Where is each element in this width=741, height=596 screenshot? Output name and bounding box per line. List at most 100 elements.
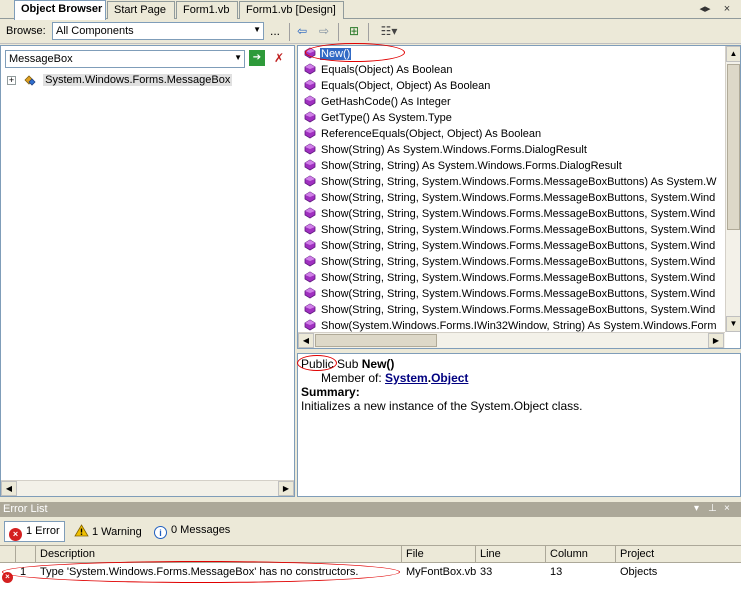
tab-label: Object Browser (21, 3, 103, 15)
browse-scope-value: All Components (56, 25, 134, 37)
scroll-thumb[interactable] (315, 334, 437, 347)
error-icon: × (1, 565, 17, 583)
member-item[interactable]: Show(String, String, System.Windows.Form… (304, 302, 716, 318)
pin-icon[interactable]: ⊥ (708, 503, 717, 514)
scroll-left-icon[interactable]: ◀ (1, 481, 17, 496)
access-modifier: Public (301, 357, 334, 371)
member-item[interactable]: Show(String, String) As System.Windows.F… (304, 158, 623, 174)
toolbar-separator (289, 23, 290, 41)
close-tab-icon[interactable]: × (720, 2, 734, 16)
member-label: Show(String, String, System.Windows.Form… (321, 224, 716, 236)
browse-more-button[interactable]: ... (266, 22, 284, 40)
tab-form1-vb[interactable]: Form1.vb (176, 1, 238, 19)
search-input[interactable]: MessageBox ▼ (5, 50, 245, 68)
member-item[interactable]: GetHashCode() As Integer (304, 94, 452, 110)
toolbar-separator (338, 23, 339, 41)
browse-toolbar: Browse: All Components ▼ ... (0, 20, 741, 44)
tab-scroll-icon[interactable]: ◂▸ (694, 2, 716, 16)
messages-filter-button[interactable]: i 0 Messages (150, 521, 234, 542)
column-header-project[interactable]: Project (616, 546, 741, 563)
scroll-down-icon[interactable]: ▼ (726, 316, 740, 332)
scroll-up-icon[interactable]: ▲ (726, 46, 740, 62)
tab-form1-vb-design[interactable]: Form1.vb [Design] (239, 1, 344, 19)
column-header-icon[interactable] (0, 546, 16, 563)
document-tab-strip: Object Browser Start Page Form1.vb Form1… (0, 0, 741, 20)
tree-node-messagebox[interactable]: + System.Windows.Forms.MessageBox (7, 74, 233, 90)
member-item[interactable]: Show(String, String, System.Windows.Form… (304, 190, 716, 206)
members-horizontal-scrollbar[interactable]: ◀ ▶ (298, 332, 725, 348)
window-menu-icon[interactable]: ▾ (694, 503, 699, 514)
member-label: New() (320, 48, 352, 60)
member-item[interactable]: Equals(Object) As Boolean (304, 62, 453, 78)
member-item[interactable]: Show(String, String, System.Windows.Form… (304, 222, 716, 238)
error-icon: × (9, 528, 22, 541)
chevron-down-icon: ▼ (234, 53, 242, 62)
method-icon (304, 271, 316, 283)
member-item[interactable]: Show(String, String, System.Windows.Form… (304, 270, 716, 286)
member-label: Show(String, String, System.Windows.Form… (321, 240, 716, 252)
member-item[interactable]: New() (304, 46, 352, 62)
member-of-label: Member of: (321, 371, 382, 385)
description-pane: Public Sub New() Member of: System.Objec… (297, 353, 741, 497)
column-header-file[interactable]: File (402, 546, 476, 563)
clear-search-icon[interactable]: ✗ (271, 50, 287, 66)
method-icon (304, 191, 316, 203)
add-reference-icon[interactable]: ⊞ (344, 22, 364, 40)
method-icon (304, 319, 316, 331)
method-icon (304, 303, 316, 315)
error-description: Type 'System.Windows.Forms.MessageBox' h… (40, 566, 359, 578)
expand-icon[interactable]: + (7, 75, 16, 85)
warnings-filter-button[interactable]: 1 Warning (70, 521, 146, 542)
column-header-index[interactable] (16, 546, 36, 563)
column-header-line[interactable]: Line (476, 546, 546, 563)
error-index: 1 (20, 566, 27, 578)
member-item[interactable]: Show(String, String, System.Windows.Form… (304, 206, 716, 222)
error-line: 33 (480, 566, 493, 578)
errors-filter-button[interactable]: × 1 Error (4, 521, 65, 542)
search-go-icon[interactable]: ➔ (249, 50, 265, 66)
scroll-thumb[interactable] (727, 64, 740, 230)
object-browser-window: Object Browser Start Page Form1.vb Form1… (0, 0, 741, 596)
member-item[interactable]: Show(String, String, System.Windows.Form… (304, 254, 716, 270)
member-of-namespace-link[interactable]: System (385, 371, 428, 385)
member-item[interactable]: ReferenceEquals(Object, Object) As Boole… (304, 126, 542, 142)
method-icon (304, 63, 316, 75)
toolbar-separator (368, 23, 369, 41)
error-column: 13 (550, 566, 563, 578)
scroll-right-icon[interactable]: ▶ (708, 333, 724, 348)
back-arrow-icon[interactable]: ⇦ (293, 22, 311, 40)
forward-arrow-icon[interactable]: ⇨ (315, 22, 333, 40)
close-icon[interactable]: × (724, 503, 730, 514)
class-icon (24, 75, 36, 86)
member-item[interactable]: Show(String, String, System.Windows.Form… (304, 238, 716, 254)
browser-settings-icon[interactable]: ☷▾ (373, 22, 405, 40)
info-icon: i (154, 526, 167, 539)
member-item[interactable]: Equals(Object, Object) As Boolean (304, 78, 491, 94)
column-header-description[interactable]: Description (36, 546, 402, 563)
warning-icon (74, 524, 89, 537)
objects-horizontal-scrollbar[interactable]: ◀ ▶ (1, 480, 294, 496)
tab-label: Start Page (114, 4, 166, 16)
browse-scope-dropdown[interactable]: All Components ▼ (52, 22, 264, 40)
members-vertical-scrollbar[interactable]: ▲ ▼ (725, 46, 740, 332)
method-icon (304, 239, 316, 251)
method-icon (304, 223, 316, 235)
summary-label: Summary: (301, 385, 360, 399)
scroll-left-icon[interactable]: ◀ (298, 333, 314, 348)
member-label: Show(String) As System.Windows.Forms.Dia… (321, 144, 587, 156)
tab-label: Form1.vb [Design] (246, 4, 336, 16)
member-item[interactable]: Show(String) As System.Windows.Forms.Dia… (304, 142, 588, 158)
member-of-class-link[interactable]: Object (431, 371, 468, 385)
member-item[interactable]: Show(String, String, System.Windows.Form… (304, 286, 716, 302)
member-item[interactable]: Show(String, String, System.Windows.Form… (304, 174, 718, 190)
column-header-column[interactable]: Column (546, 546, 616, 563)
chevron-down-icon: ▼ (253, 25, 261, 34)
member-item[interactable]: GetType() As System.Type (304, 110, 453, 126)
method-icon (304, 95, 316, 107)
tab-object-browser[interactable]: Object Browser (14, 0, 106, 20)
scroll-right-icon[interactable]: ▶ (278, 481, 294, 496)
method-icon (304, 175, 316, 187)
member-label: Show(String, String, System.Windows.Form… (321, 256, 716, 268)
tab-start-page[interactable]: Start Page (107, 1, 175, 19)
method-icon (304, 255, 316, 267)
